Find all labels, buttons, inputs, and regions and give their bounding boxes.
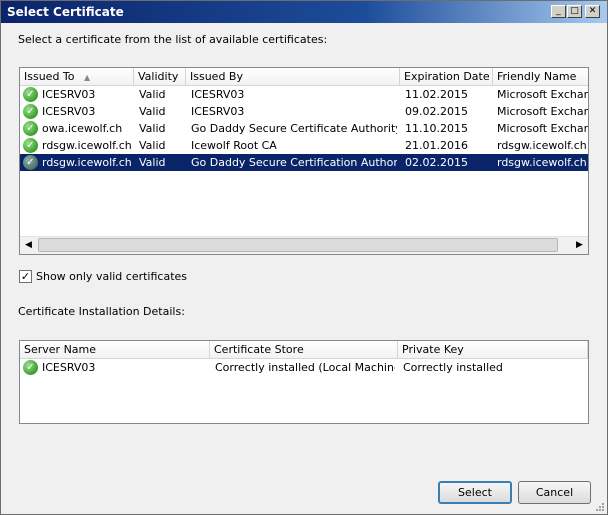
installation-details-list[interactable]: Server Name Certificate Store Private Ke…	[19, 340, 589, 424]
installation-details-label: Certificate Installation Details:	[18, 305, 185, 318]
column-certificate-store[interactable]: Certificate Store	[210, 341, 398, 358]
close-icon: ✕	[588, 6, 597, 16]
cell-issued-by: ICESRV03	[191, 105, 245, 118]
title-bar[interactable]: Select Certificate _ □ ✕	[1, 1, 607, 23]
certificate-list-header: Issued To ▲ Validity Issued By Expiratio…	[20, 68, 588, 86]
select-button[interactable]: Select	[438, 481, 512, 504]
cell-expiration: 09.02.2015	[405, 105, 468, 118]
checkmark-icon: ✓	[20, 270, 31, 283]
certificate-row[interactable]: ✓ ICESRV03 Valid ICESRV03 09.02.2015 Mic…	[20, 103, 588, 120]
column-expiration-date[interactable]: Expiration Date	[400, 68, 493, 85]
minimize-icon: _	[556, 6, 561, 16]
installation-row[interactable]: ✓ ICESRV03 Correctly installed (Local Ma…	[20, 359, 588, 376]
cell-server-name: ICESRV03	[42, 361, 96, 374]
scroll-right-button[interactable]: ▶	[571, 237, 588, 253]
dialog-title: Select Certificate	[7, 5, 124, 19]
valid-check-icon: ✓	[23, 138, 38, 153]
installation-list-header: Server Name Certificate Store Private Ke…	[20, 341, 588, 359]
column-issued-to[interactable]: Issued To ▲	[20, 68, 134, 85]
instruction-label: Select a certificate from the list of av…	[18, 33, 328, 46]
close-button[interactable]: ✕	[585, 5, 600, 18]
cell-issued-by: Go Daddy Secure Certification Authority	[191, 156, 397, 169]
certificate-list[interactable]: Issued To ▲ Validity Issued By Expiratio…	[19, 67, 589, 255]
show-valid-only-checkbox[interactable]: ✓	[19, 270, 32, 283]
column-server-name[interactable]: Server Name	[20, 341, 210, 358]
scroll-left-icon: ◀	[25, 240, 32, 250]
column-validity[interactable]: Validity	[134, 68, 186, 85]
cell-expiration: 11.02.2015	[405, 88, 468, 101]
column-server-name-label: Server Name	[24, 343, 97, 356]
column-friendly-name-label: Friendly Name	[497, 70, 577, 83]
valid-check-icon: ✓	[23, 360, 38, 375]
cell-issued-by: Go Daddy Secure Certificate Authority ..…	[191, 122, 397, 135]
certificate-row[interactable]: ✓ owa.icewolf.ch Valid Go Daddy Secure C…	[20, 120, 588, 137]
valid-check-icon: ✓	[23, 121, 38, 136]
cell-friendly-name: Microsoft Exchange	[497, 122, 588, 135]
cancel-button[interactable]: Cancel	[518, 481, 591, 504]
certificate-row-selected[interactable]: ✓ rdsgw.icewolf.ch Valid Go Daddy Secure…	[20, 154, 588, 171]
certificate-row[interactable]: ✓ rdsgw.icewolf.ch Valid Icewolf Root CA…	[20, 137, 588, 154]
column-private-key[interactable]: Private Key	[398, 341, 588, 358]
scrollbar-thumb[interactable]	[38, 238, 558, 252]
column-private-key-label: Private Key	[402, 343, 464, 356]
cell-expiration: 21.01.2016	[405, 139, 468, 152]
horizontal-scrollbar[interactable]: ◀ ▶	[20, 236, 588, 254]
column-friendly-name[interactable]: Friendly Name	[493, 68, 588, 85]
cell-issued-to: rdsgw.icewolf.ch	[42, 156, 132, 169]
valid-check-icon: ✓	[23, 87, 38, 102]
cell-issued-by: Icewolf Root CA	[191, 139, 277, 152]
cell-validity: Valid	[139, 88, 166, 101]
sort-ascending-icon: ▲	[84, 73, 91, 82]
column-validity-label: Validity	[138, 70, 179, 83]
column-expiration-date-label: Expiration Date	[404, 70, 490, 83]
maximize-button[interactable]: □	[567, 5, 582, 18]
cell-validity: Valid	[139, 139, 166, 152]
column-issued-to-label: Issued To	[24, 70, 75, 83]
select-certificate-dialog: Select Certificate _ □ ✕ Select a certif…	[0, 0, 608, 515]
scroll-left-button[interactable]: ◀	[20, 237, 37, 253]
valid-check-icon: ✓	[23, 104, 38, 119]
scroll-right-icon: ▶	[576, 240, 583, 250]
cell-friendly-name: rdsgw.icewolf.ch	[497, 139, 587, 152]
cell-issued-to: rdsgw.icewolf.ch	[42, 139, 132, 152]
cell-expiration: 02.02.2015	[405, 156, 468, 169]
cell-issued-to: ICESRV03	[42, 88, 96, 101]
show-valid-only-label[interactable]: Show only valid certificates	[36, 270, 187, 283]
resize-grip-icon[interactable]	[593, 500, 605, 512]
cell-validity: Valid	[139, 122, 166, 135]
cell-validity: Valid	[139, 156, 166, 169]
cell-friendly-name: rdsgw.icewolf.ch	[497, 156, 587, 169]
cell-expiration: 11.10.2015	[405, 122, 468, 135]
cell-issued-to: ICESRV03	[42, 105, 96, 118]
cell-certificate-store: Correctly installed (Local Machine,...	[215, 361, 395, 374]
cell-friendly-name: Microsoft Exchange	[497, 105, 588, 118]
minimize-button[interactable]: _	[551, 5, 566, 18]
certificate-row[interactable]: ✓ ICESRV03 Valid ICESRV03 11.02.2015 Mic…	[20, 86, 588, 103]
cell-validity: Valid	[139, 105, 166, 118]
column-issued-by[interactable]: Issued By	[186, 68, 400, 85]
cell-private-key: Correctly installed	[403, 361, 503, 374]
column-issued-by-label: Issued By	[190, 70, 243, 83]
column-certificate-store-label: Certificate Store	[214, 343, 304, 356]
valid-check-icon: ✓	[23, 155, 38, 170]
cell-friendly-name: Microsoft Exchange	[497, 88, 588, 101]
maximize-icon: □	[570, 6, 579, 16]
cell-issued-by: ICESRV03	[191, 88, 245, 101]
cell-issued-to: owa.icewolf.ch	[42, 122, 123, 135]
